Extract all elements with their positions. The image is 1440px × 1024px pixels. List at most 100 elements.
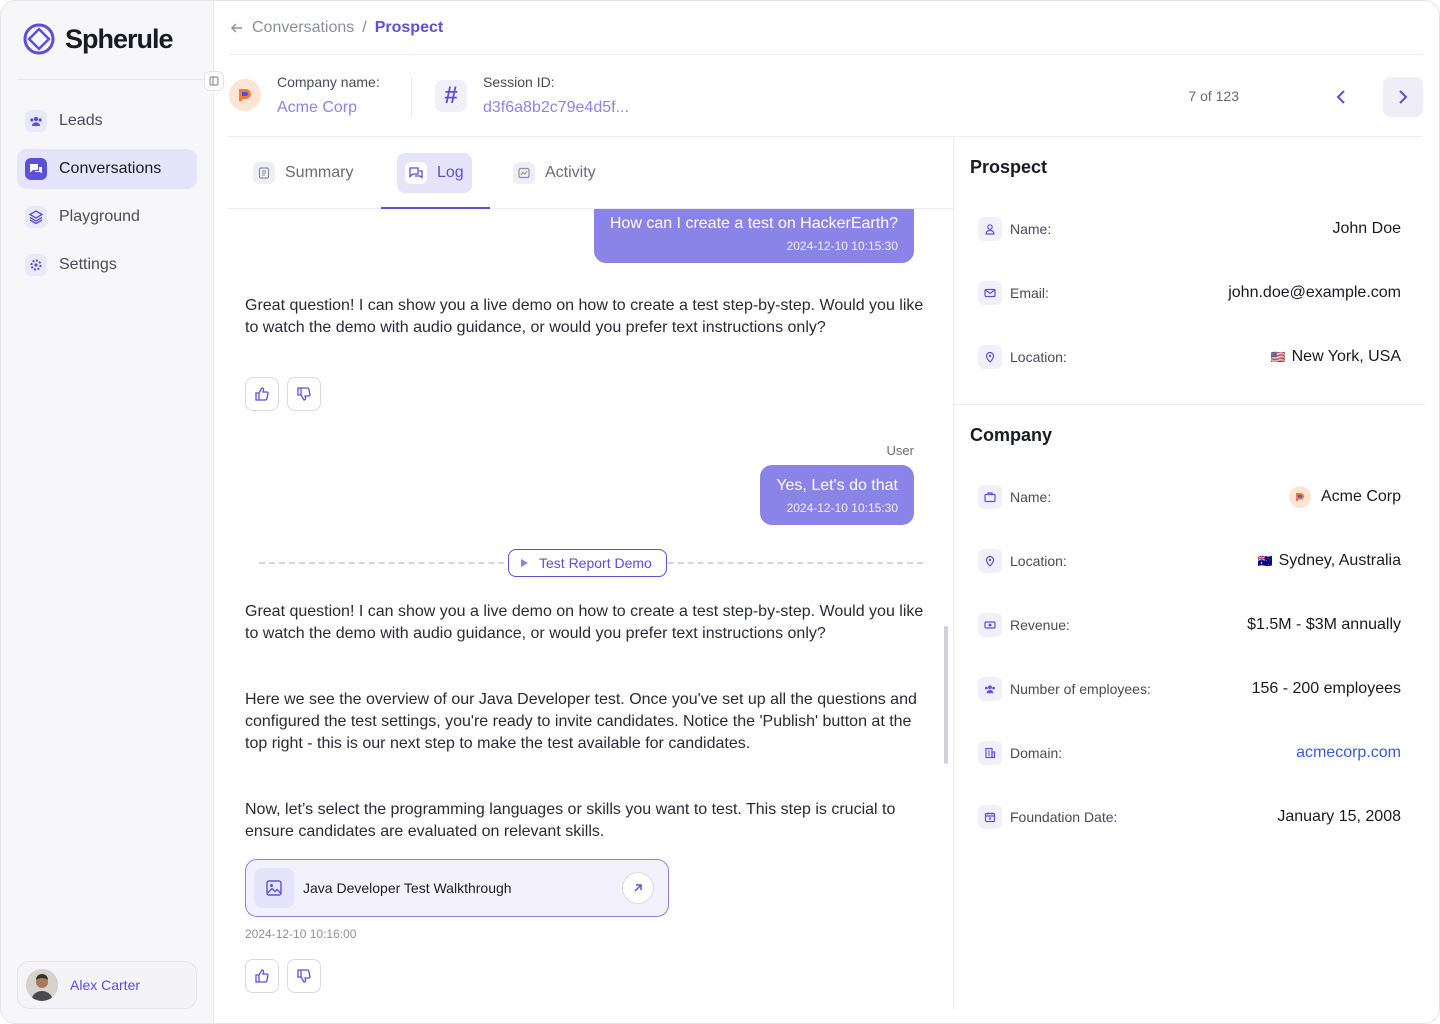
company-domain-link[interactable]: acmecorp.com: [1296, 744, 1401, 762]
company-name-value: Acme Corp: [1288, 486, 1401, 508]
company-foundation-value: January 15, 2008: [1277, 808, 1401, 825]
demo-label: Test Report Demo: [539, 555, 652, 571]
thumbs-up-button[interactable]: [245, 377, 279, 411]
location-icon: [978, 549, 1002, 573]
prospect-location-value: 🇺🇸 New York, USA: [1271, 348, 1401, 366]
breadcrumb-conversations-link[interactable]: Conversations: [252, 19, 354, 37]
bot-message: Great question! I can show you a live de…: [245, 603, 924, 642]
company-foundation-row: Foundation Date: January 15, 2008: [978, 805, 1401, 829]
message-text: How can I create a test on HackerEarth?: [609, 215, 898, 232]
spherule-logo-icon: [23, 23, 55, 55]
user-label: User: [886, 443, 914, 458]
sidebar-item-label: Settings: [59, 256, 117, 273]
prospect-name-value: John Doe: [1332, 220, 1402, 237]
logo[interactable]: Spherule: [23, 23, 174, 55]
document-icon: [253, 162, 275, 184]
location-icon: [978, 345, 1002, 369]
bot-message: Now, let’s select the programming langua…: [245, 801, 896, 840]
tab-label: Activity: [545, 164, 596, 181]
info-label: Name:: [1010, 221, 1052, 237]
walkthrough-card[interactable]: Java Developer Test Walkthrough: [245, 859, 669, 917]
company-name-row: Name: Acme Corp: [978, 485, 1401, 509]
thumbs-down-button[interactable]: [287, 959, 321, 993]
play-icon: [521, 559, 528, 567]
sidebar-nav: Leads Conversations Playground Settings: [17, 101, 197, 293]
sidebar-item-label: Conversations: [59, 160, 162, 177]
briefcase-icon: [978, 485, 1002, 509]
bot-message: Great question! I can show you a live de…: [245, 297, 924, 336]
bot-message: Here we see the overview of our Java Dev…: [245, 691, 917, 752]
info-label: Domain:: [1010, 745, 1063, 761]
user-profile-button[interactable]: Alex Carter: [17, 961, 197, 1009]
sidebar-item-settings[interactable]: Settings: [17, 245, 197, 285]
thumbs-up-button[interactable]: [245, 959, 279, 993]
company-name-text: Acme Corp: [1320, 488, 1401, 505]
prospect-email-row: Email: john.doe@example.com: [978, 281, 1401, 305]
tab-activity[interactable]: Activity: [505, 153, 604, 193]
prospect-section-title: Prospect: [970, 157, 1048, 177]
section-divider: [954, 404, 1425, 405]
separator: [411, 77, 412, 117]
sidebar-item-playground[interactable]: Playground: [17, 197, 197, 237]
calendar-icon: [978, 805, 1002, 829]
image-icon: [254, 868, 294, 908]
location-text: Sydney, Australia: [1278, 552, 1401, 569]
thumbs-down-button[interactable]: [287, 377, 321, 411]
au-flag-icon: 🇦🇺: [1257, 554, 1273, 568]
sidebar-item-label: Leads: [59, 112, 103, 129]
company-employees-row: Number of employees: 156 - 200 employees: [978, 677, 1401, 701]
us-flag-icon: 🇺🇸: [1270, 350, 1286, 364]
message-timestamp: 2024-12-10 10:15:30: [786, 501, 898, 515]
info-label: Email:: [1010, 285, 1049, 301]
open-walkthrough-button[interactable]: [622, 872, 654, 904]
tab-label: Summary: [285, 164, 354, 181]
feedback-row: [245, 377, 321, 411]
user-icon: [978, 217, 1002, 241]
info-label: Foundation Date:: [1010, 809, 1118, 825]
activity-icon: [513, 162, 535, 184]
thumbs-up-icon: [255, 969, 269, 983]
sidebar: Spherule Leads Conversations Playground …: [1, 1, 214, 1023]
sidebar-divider: [17, 79, 213, 80]
log-scrollbar[interactable]: [944, 626, 948, 764]
company-domain-row: Domain: acmecorp.com: [978, 741, 1401, 765]
avatar: [26, 969, 58, 1001]
tab-label: Log: [437, 164, 464, 181]
info-label: Location:: [1010, 553, 1067, 569]
gear-icon: [25, 254, 47, 276]
info-label: Number of employees:: [1010, 681, 1151, 697]
breadcrumb: Conversations / Prospect: [230, 19, 443, 37]
company-location-value: 🇦🇺 Sydney, Australia: [1258, 552, 1401, 570]
message-timestamp: 2024-12-10 10:15:30: [786, 239, 898, 253]
tab-bar: Summary Log Activity: [229, 137, 953, 209]
back-arrow-icon[interactable]: [230, 21, 244, 35]
company-employees-value: 156 - 200 employees: [1251, 680, 1401, 697]
prospect-location-row: Location: 🇺🇸 New York, USA: [978, 345, 1401, 369]
session-id-value[interactable]: d3f6a8b2c79e4d5f...: [483, 99, 629, 117]
tab-log[interactable]: Log: [397, 153, 472, 193]
session-bar: Company name: Acme Corp # Session ID: d3…: [229, 55, 1423, 137]
sidebar-toggle-icon: [209, 76, 219, 86]
company-section-title: Company: [970, 425, 1053, 445]
company-revenue-value: $1.5M - $3M annually: [1247, 616, 1401, 633]
sidebar-item-leads[interactable]: Leads: [17, 101, 197, 141]
next-button[interactable]: [1383, 77, 1423, 117]
tab-summary[interactable]: Summary: [245, 153, 361, 193]
thumbs-up-icon: [255, 387, 269, 401]
user-message: How can I create a test on HackerEarth? …: [593, 209, 914, 263]
test-report-demo-button[interactable]: Test Report Demo: [508, 549, 667, 577]
building-icon: [978, 741, 1002, 765]
message-text: Yes, Let's do that: [776, 477, 898, 494]
hash-icon: #: [435, 80, 467, 112]
conversation-log: How can I create a test on HackerEarth? …: [229, 209, 953, 1009]
info-label: Name:: [1010, 489, 1052, 505]
company-name-value[interactable]: Acme Corp: [277, 99, 357, 117]
sidebar-item-conversations[interactable]: Conversations: [17, 149, 197, 189]
sidebar-collapse-button[interactable]: [204, 71, 224, 91]
user-message: Yes, Let's do that 2024-12-10 10:15:30: [760, 465, 914, 525]
previous-button[interactable]: [1321, 77, 1361, 117]
chat-icon: [405, 162, 427, 184]
breadcrumb-separator: /: [362, 19, 367, 36]
session-id-label: Session ID:: [483, 74, 555, 90]
layers-icon: [25, 206, 47, 228]
